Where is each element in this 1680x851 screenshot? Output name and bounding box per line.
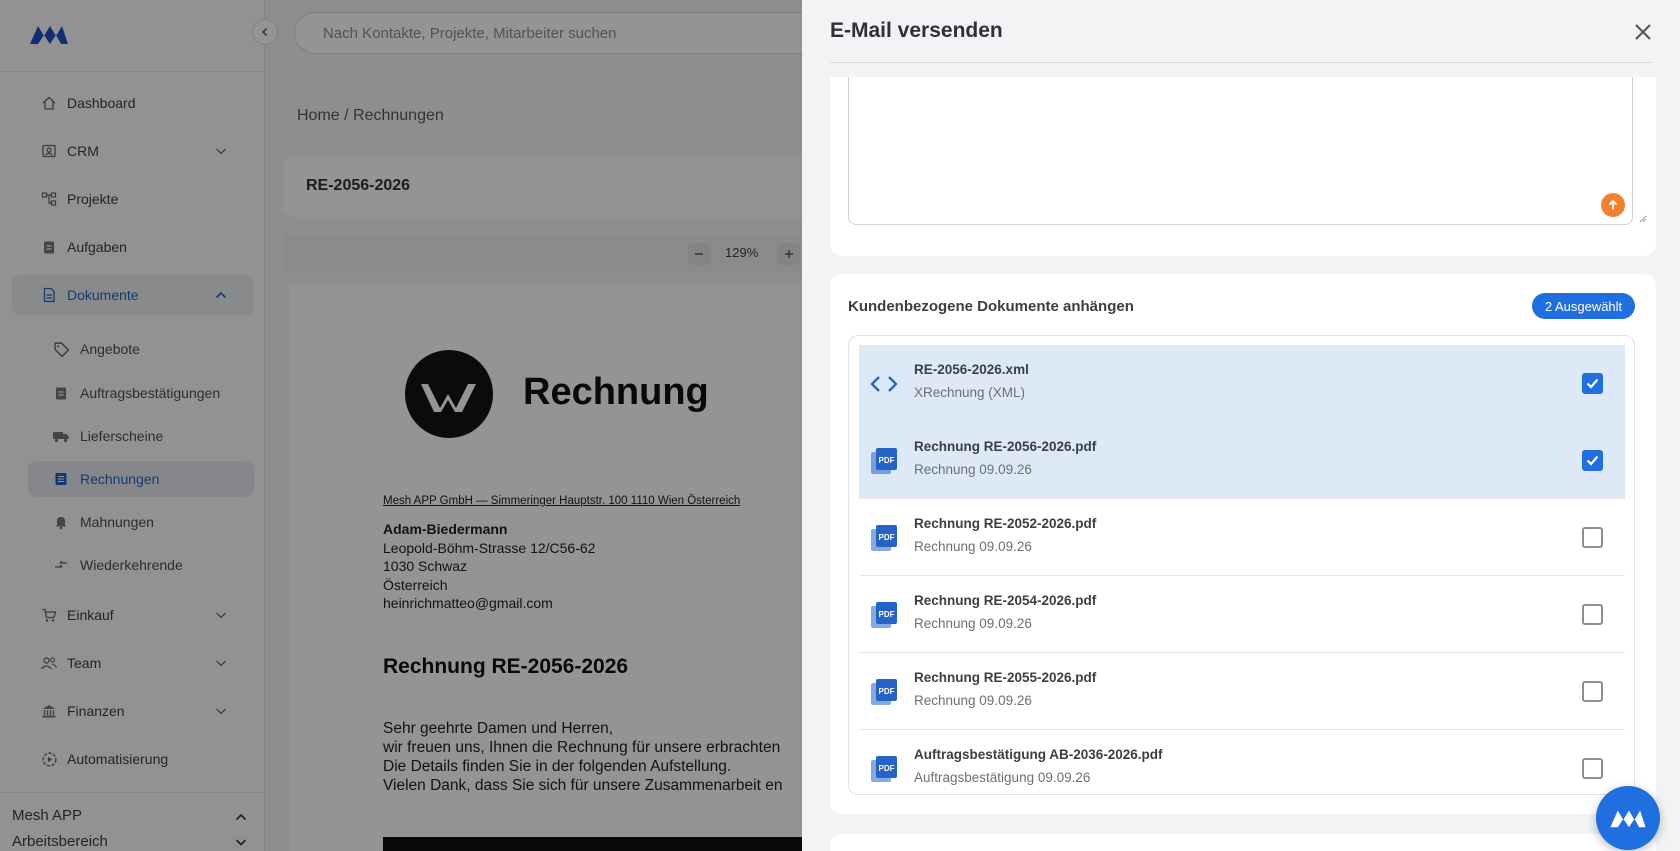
attachments-title: Kundenbezogene Dokumente anhängen — [848, 298, 1134, 315]
attachment-checkbox[interactable] — [1582, 450, 1603, 471]
svg-text:PDF: PDF — [879, 687, 895, 696]
drawer-title: E-Mail versenden — [830, 19, 1003, 42]
modal-backdrop[interactable] — [0, 0, 802, 851]
assistant-fab[interactable] — [1596, 786, 1660, 850]
pdf-icon: PDF — [869, 600, 899, 630]
attachment-row[interactable]: PDF Rechnung RE-2055-2026.pdf Rechnung 09.… — [859, 653, 1625, 730]
attachment-checkbox[interactable] — [1582, 373, 1603, 394]
check-icon — [1586, 378, 1599, 389]
pdf-icon: PDF — [869, 677, 899, 707]
app-logo-icon — [1610, 810, 1646, 828]
attachment-row[interactable]: PDF Rechnung RE-2056-2026.pdf Rechnung 09.… — [859, 422, 1625, 499]
attachment-checkbox[interactable] — [1582, 758, 1603, 779]
attachment-type: Auftragsbestätigung 09.09.26 — [914, 770, 1091, 785]
attachment-row[interactable]: RE-2056-2026.xml XRechnung (XML) — [859, 345, 1625, 422]
resize-handle-icon[interactable] — [1637, 213, 1647, 223]
attachment-name: Rechnung RE-2055-2026.pdf — [914, 670, 1097, 685]
attachment-name: RE-2056-2026.xml — [914, 362, 1029, 377]
selected-count-badge: 2 Ausgewählt — [1532, 293, 1635, 319]
pdf-icon: PDF — [869, 523, 899, 553]
code-icon — [869, 369, 899, 399]
attachment-name: Rechnung RE-2054-2026.pdf — [914, 593, 1097, 608]
attachment-checkbox[interactable] — [1582, 604, 1603, 625]
email-drawer: E-Mail versenden Kundenbezogene Dokument… — [802, 0, 1680, 851]
attachment-row[interactable]: PDF Rechnung RE-2052-2026.pdf Rechnung 09.… — [859, 499, 1625, 576]
svg-text:PDF: PDF — [879, 764, 895, 773]
attachments-card: Kundenbezogene Dokumente anhängen 2 Ausg… — [830, 274, 1656, 814]
attachment-row[interactable]: PDF Rechnung RE-2054-2026.pdf Rechnung 09.… — [859, 576, 1625, 653]
message-textarea[interactable] — [848, 77, 1647, 225]
attachment-checkbox[interactable] — [1582, 681, 1603, 702]
attachment-name: Rechnung RE-2056-2026.pdf — [914, 439, 1097, 454]
attachment-checkbox[interactable] — [1582, 527, 1603, 548]
attachment-type: Rechnung 09.09.26 — [914, 616, 1032, 631]
attachment-name: Rechnung RE-2052-2026.pdf — [914, 516, 1097, 531]
svg-text:PDF: PDF — [879, 533, 895, 542]
close-icon — [1635, 24, 1651, 40]
attachment-name: Auftragsbestätigung AB-2036-2026.pdf — [914, 747, 1163, 762]
pdf-icon: PDF — [869, 754, 899, 784]
attachment-type: Rechnung 09.09.26 — [914, 462, 1032, 477]
attachment-type: Rechnung 09.09.26 — [914, 539, 1032, 554]
attachment-type: Rechnung 09.09.26 — [914, 693, 1032, 708]
arrow-up-icon — [1608, 199, 1618, 210]
upload-button[interactable] — [1601, 193, 1625, 217]
drawer-divider — [830, 62, 1652, 63]
next-card — [830, 834, 1656, 851]
close-button[interactable] — [1631, 20, 1655, 44]
message-card — [830, 77, 1656, 256]
attachments-list: RE-2056-2026.xml XRechnung (XML) PDF Rechnu… — [848, 335, 1635, 795]
attachment-row[interactable]: PDF Auftragsbestätigung AB-2036-2026.pdf A… — [859, 730, 1625, 794]
check-icon — [1586, 455, 1599, 466]
pdf-icon: PDF — [869, 446, 899, 476]
svg-text:PDF: PDF — [879, 456, 895, 465]
svg-text:PDF: PDF — [879, 610, 895, 619]
attachment-type: XRechnung (XML) — [914, 385, 1026, 400]
